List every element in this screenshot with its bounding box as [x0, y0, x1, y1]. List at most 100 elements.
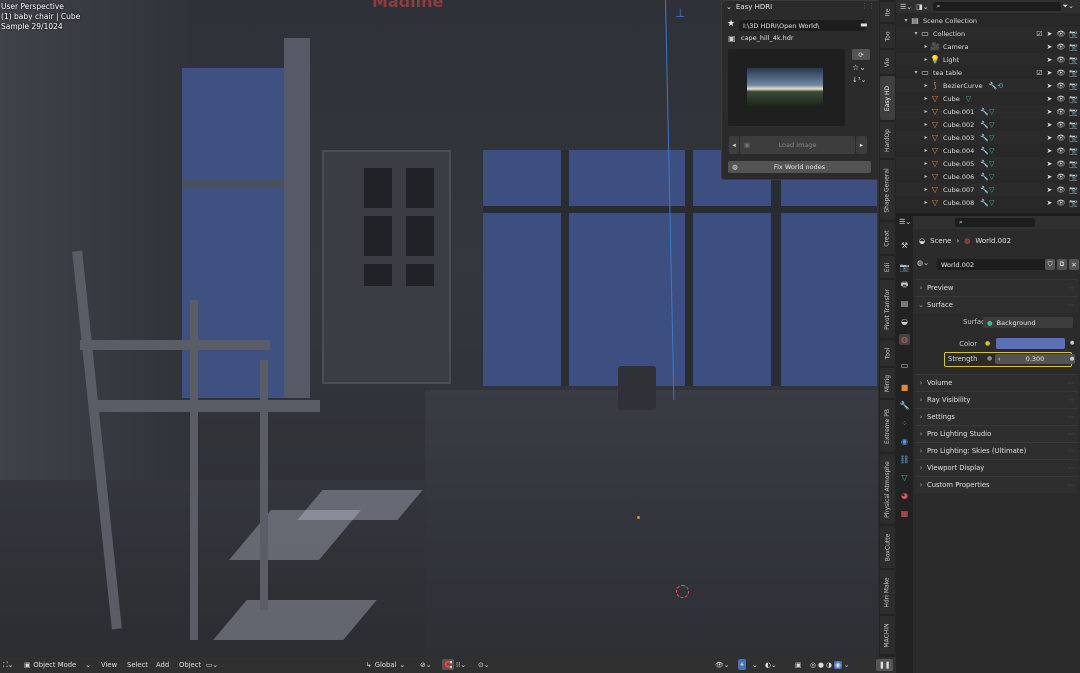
panel-pro-lighting-skies-ultimate[interactable]: › Pro Lighting: Skies (Ultimate) ⋯ — [915, 442, 1078, 459]
favorite-star-icon[interactable]: ★ — [727, 19, 735, 29]
select-arrow-icon[interactable]: ➤ — [1047, 95, 1053, 103]
breadcrumb-scene[interactable]: Scene — [930, 237, 951, 245]
panel-ray-visibility[interactable]: › Ray Visibility ⋯ — [915, 391, 1078, 408]
select-arrow-icon[interactable]: ➤ — [1047, 82, 1053, 90]
folder-icon[interactable]: ▬ — [860, 20, 871, 31]
tab-tool[interactable]: Too — [880, 24, 895, 48]
eye-icon[interactable]: 👁 — [1056, 82, 1065, 90]
world-browse-icon[interactable]: ◍⌄ — [917, 259, 929, 267]
outliner-row[interactable]: ▸ ▽ Cube ▽ ➤ 👁 📷 — [896, 92, 1080, 105]
expand-right-icon[interactable]: ▸ — [922, 173, 930, 180]
camera-render-icon[interactable]: 📷 — [1069, 82, 1078, 90]
camera-render-icon[interactable]: 📷 — [1069, 147, 1078, 155]
view-layer-icon[interactable]: ▤ — [899, 298, 910, 309]
eye-icon[interactable]: 👁 — [1056, 160, 1065, 168]
camera-render-icon[interactable]: 📷 — [1069, 43, 1078, 51]
checkbox-icon[interactable]: ☑ — [1036, 30, 1042, 38]
expand-down-icon[interactable]: ▾ — [912, 69, 920, 76]
checkbox-icon[interactable]: ☑ — [1036, 69, 1042, 77]
select-arrow-icon[interactable]: ➤ — [1047, 56, 1053, 64]
outliner-row[interactable]: ▾ ▤ Scene Collection — [896, 14, 1080, 27]
tab-boxcutter[interactable]: BoxCutte — [880, 526, 895, 568]
camera-render-icon[interactable]: 📷 — [1069, 30, 1078, 38]
editor-type-icon[interactable]: ☰⌄ — [899, 218, 911, 226]
outliner-row[interactable]: ▸ ▽ Cube.003 🔧▽ ➤ 👁 📷 — [896, 131, 1080, 144]
editor-type-icon[interactable]: ☰⌄ — [900, 3, 912, 11]
proportional-edit-icon[interactable]: ⊙⌄ — [478, 657, 489, 673]
gizmo-toggle-icon[interactable]: ⚹ — [738, 659, 747, 670]
camera-render-icon[interactable]: 📷 — [1069, 95, 1078, 103]
camera-render-icon[interactable]: 📷 — [1069, 173, 1078, 181]
keyframe-dot-icon[interactable]: ● — [1070, 340, 1074, 346]
expand-right-icon[interactable]: ▸ — [922, 95, 930, 102]
modifier-icon[interactable]: 🔧 — [899, 400, 910, 411]
mesh-data-icon[interactable]: 🔧▽ — [980, 160, 994, 168]
outliner-row[interactable]: ▸ ⟆ BezierCurve 🔧⟲ ➤ 👁 📷 — [896, 79, 1080, 92]
scene-icon[interactable]: ◒ — [899, 316, 910, 327]
chevron-down-icon[interactable]: ⌄ — [844, 661, 850, 669]
camera-render-icon[interactable]: 📷 — [1069, 186, 1078, 194]
axis-gizmo-icon[interactable]: ⊥ — [675, 6, 685, 20]
mesh-data-icon[interactable]: 🔧▽ — [980, 134, 994, 142]
camera-render-icon[interactable]: 📷 — [1069, 134, 1078, 142]
texture-icon[interactable]: ▦ — [899, 508, 910, 519]
3d-cursor-icon[interactable] — [676, 585, 689, 598]
eye-icon[interactable]: 👁 — [1056, 108, 1065, 116]
xray-icon[interactable]: ▣ — [795, 657, 801, 673]
panel-volume[interactable]: › Volume ⋯ — [915, 374, 1078, 391]
mesh-data-icon[interactable]: 🔧▽ — [980, 199, 994, 207]
menu-object[interactable]: Object — [179, 657, 201, 673]
panel-viewport-display[interactable]: › Viewport Display ⋯ — [915, 459, 1078, 476]
hdri-folder-field[interactable]: I:\3D HDRI\Open World\ — [739, 20, 865, 31]
outliner-row[interactable]: ▸ ▽ Cube.008 🔧▽ ➤ 👁 📷 — [896, 196, 1080, 209]
tool-icon[interactable]: ⚒ — [899, 240, 910, 251]
output-icon[interactable]: 🖶 — [899, 280, 910, 291]
overlays-icon[interactable]: ◐⌄ — [765, 657, 777, 673]
select-arrow-icon[interactable]: ➤ — [1047, 186, 1053, 194]
select-arrow-icon[interactable]: ➤ — [1047, 147, 1053, 155]
expand-right-icon[interactable]: ▸ — [922, 121, 930, 128]
eye-icon[interactable]: 👁 — [1056, 95, 1065, 103]
panel-pro-lighting-studio[interactable]: › Pro Lighting Studio ⋯ — [915, 425, 1078, 442]
surface-shader-field[interactable]: ● Background — [983, 317, 1073, 328]
snap-target-icon[interactable]: ⁞⁞⌄ — [456, 657, 466, 673]
tab-machin3[interactable]: MACHIN — [880, 616, 895, 654]
constraints-icon[interactable]: ⛓ — [899, 454, 910, 465]
select-arrow-icon[interactable]: ➤ — [1047, 121, 1053, 129]
drag-handle-icon[interactable]: ⋯ — [1067, 284, 1074, 292]
world-icon[interactable]: ◍ — [899, 334, 910, 345]
outliner-row[interactable]: ▸ ▽ Cube.004 🔧▽ ➤ 👁 📷 — [896, 144, 1080, 157]
tab-pivot-transform[interactable]: Pivot Transfor — [880, 280, 895, 338]
chevron-down-icon[interactable]: ⌄ — [752, 657, 758, 673]
outliner-row[interactable]: ▸ ▽ Cube.001 🔧▽ ➤ 👁 📷 — [896, 105, 1080, 118]
panel-preview[interactable]: › Preview ⋯ — [915, 279, 1078, 296]
mode-dropdown[interactable]: ▣ Object Mode ⌄ — [24, 657, 91, 673]
eye-icon[interactable]: 👁 — [1056, 69, 1065, 77]
object-icon[interactable]: ■ — [899, 382, 910, 393]
eye-icon[interactable]: 👁 — [1056, 56, 1065, 64]
outliner-row[interactable]: ▸ ▽ Cube.006 🔧▽ ➤ 👁 📷 — [896, 170, 1080, 183]
eye-icon[interactable]: 👁 — [1056, 30, 1065, 38]
wireframe-shading-icon[interactable]: ◎ — [810, 661, 816, 669]
eye-icon[interactable]: 👁 — [1056, 199, 1065, 207]
tab-hdri-maker[interactable]: Hdri Make — [880, 570, 895, 614]
object-options-icon[interactable]: ▭⌄ — [206, 657, 218, 673]
tab-shape-general[interactable]: Shape General — [880, 160, 895, 220]
select-arrow-icon[interactable]: ➤ — [1047, 134, 1053, 142]
expand-right-icon[interactable]: ▸ — [922, 82, 930, 89]
panel-surface[interactable]: ⌄ Surface ⋯ — [915, 296, 1078, 313]
strength-slider[interactable]: ‹ 0.300 › — [995, 354, 1075, 364]
tab-tool-2[interactable]: Tool — [880, 340, 895, 366]
outliner-row[interactable]: ▸ 💡 Light ➤ 👁 📷 — [896, 53, 1080, 66]
outliner-row[interactable]: ▾ ▭ Collection ☑ ➤ 👁 📷 — [896, 27, 1080, 40]
duplicate-icon[interactable]: ⧉ — [1057, 259, 1067, 270]
rendered-shading-icon[interactable]: ◉ — [833, 661, 842, 669]
outliner-search-input[interactable]: ⌕ — [932, 2, 1061, 11]
expand-right-icon[interactable]: ▸ — [922, 108, 930, 115]
expand-down-icon[interactable]: ▾ — [902, 17, 910, 24]
decrement-icon[interactable]: ‹ — [998, 355, 1001, 363]
select-arrow-icon[interactable]: ➤ — [1047, 108, 1053, 116]
drag-handle-icon[interactable]: ⋯ — [1067, 413, 1074, 421]
camera-render-icon[interactable]: 📷 — [1069, 56, 1078, 64]
expand-right-icon[interactable]: ▸ — [922, 56, 930, 63]
